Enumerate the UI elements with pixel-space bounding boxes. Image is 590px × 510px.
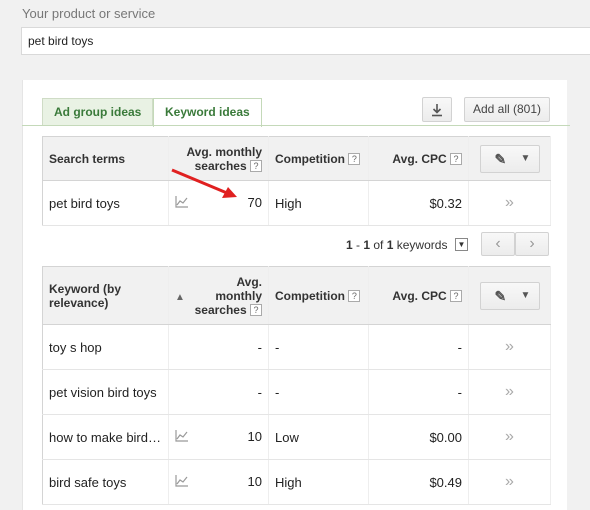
table-row[interactable]: bird safe toys 10 High $0.49 » [42,459,551,505]
product-input[interactable]: pet bird toys [21,27,590,55]
row-competition: - [268,324,369,370]
header-search-terms: Search terms [42,136,169,181]
chevron-down-icon: ▼ [520,152,531,164]
pencil-icon: ✎ [494,287,507,304]
row-cpc: $0.32 [368,180,469,226]
row-competition: Low [268,414,369,460]
row-searches: - [168,369,269,415]
trend-chart-icon[interactable] [175,429,189,445]
help-icon[interactable]: ? [450,153,462,166]
tab-keyword-ideas[interactable]: Keyword ideas [153,98,262,127]
row-searches: 10 [168,459,269,505]
add-to-plan-chevron-icon[interactable]: » [468,414,551,460]
add-all-button[interactable]: Add all (801) [464,97,550,122]
table-row[interactable]: pet bird toys 70 High $0.32 » [42,180,551,226]
help-icon[interactable]: ? [348,153,361,166]
row-searches: 10 [168,414,269,460]
annotation-arrow [171,168,237,198]
row-competition: High [268,180,369,226]
pencil-icon: ✎ [494,150,507,167]
help-icon[interactable]: ? [250,160,262,173]
row-cpc: - [368,324,469,370]
next-page-button[interactable]: › [515,232,549,256]
pagination-summary: 1 - 1 of 1 keywords [346,238,448,252]
tab-ad-group-ideas[interactable]: Ad group ideas [42,98,154,126]
download-button[interactable] [422,97,452,122]
table-row[interactable]: toy s hop - - - » [42,324,551,370]
chevron-right-icon: › [529,235,535,252]
add-to-plan-chevron-icon[interactable]: » [468,369,551,415]
table-row[interactable]: how to make bird… 10 Low $0.00 » [42,414,551,460]
row-searches: - [168,324,269,370]
row-keyword: toy s hop [42,324,169,370]
add-to-plan-chevron-icon[interactable]: » [468,180,551,226]
column-edit-button[interactable]: ✎ ▼ [479,281,540,310]
row-cpc: $0.00 [368,414,469,460]
row-term: pet bird toys [42,180,169,226]
add-to-plan-chevron-icon[interactable]: » [468,324,551,370]
header-competition[interactable]: Competition ? [268,266,369,325]
row-cpc: - [368,369,469,415]
row-cpc: $0.49 [368,459,469,505]
table-header: Keyword (by relevance) ▲ Avg. monthly sea… [42,266,551,325]
header-avg-monthly-searches[interactable]: ▲ Avg. monthly searches ? [168,266,269,325]
trend-chart-icon[interactable] [175,474,189,490]
table-header: Search terms Avg. monthly searches ? Com… [42,136,551,181]
search-terms-table: Search terms Avg. monthly searches ? Com… [42,136,551,226]
header-keyword[interactable]: Keyword (by relevance) [42,266,169,325]
product-label: Your product or service [22,6,156,21]
row-keyword: pet vision bird toys [42,369,169,415]
header-columns-menu: ✎ ▼ [468,136,551,181]
header-avg-cpc[interactable]: Avg. CPC ? [368,266,469,325]
row-competition: High [268,459,369,505]
column-edit-button[interactable]: ✎ ▼ [479,144,540,173]
tab-divider [22,125,570,126]
keyword-ideas-table: Keyword (by relevance) ▲ Avg. monthly sea… [42,266,551,505]
help-icon[interactable]: ? [348,290,361,303]
chevron-left-icon: ‹ [495,235,501,252]
help-icon[interactable]: ? [450,290,462,303]
row-competition: - [268,369,369,415]
previous-page-button[interactable]: ‹ [481,232,515,256]
download-icon [432,104,442,117]
header-columns-menu: ✎ ▼ [468,266,551,325]
sort-ascending-icon: ▲ [175,291,185,303]
header-avg-cpc[interactable]: Avg. CPC ? [368,136,469,181]
row-keyword: bird safe toys [42,459,169,505]
chevron-down-icon: ▼ [520,289,531,301]
header-competition[interactable]: Competition ? [268,136,369,181]
table-row[interactable]: pet vision bird toys - - - » [42,369,551,415]
row-keyword: how to make bird… [42,414,169,460]
add-to-plan-chevron-icon[interactable]: » [468,459,551,505]
help-icon[interactable]: ? [250,304,262,317]
pagination-dropdown[interactable]: ▼ [455,238,468,251]
